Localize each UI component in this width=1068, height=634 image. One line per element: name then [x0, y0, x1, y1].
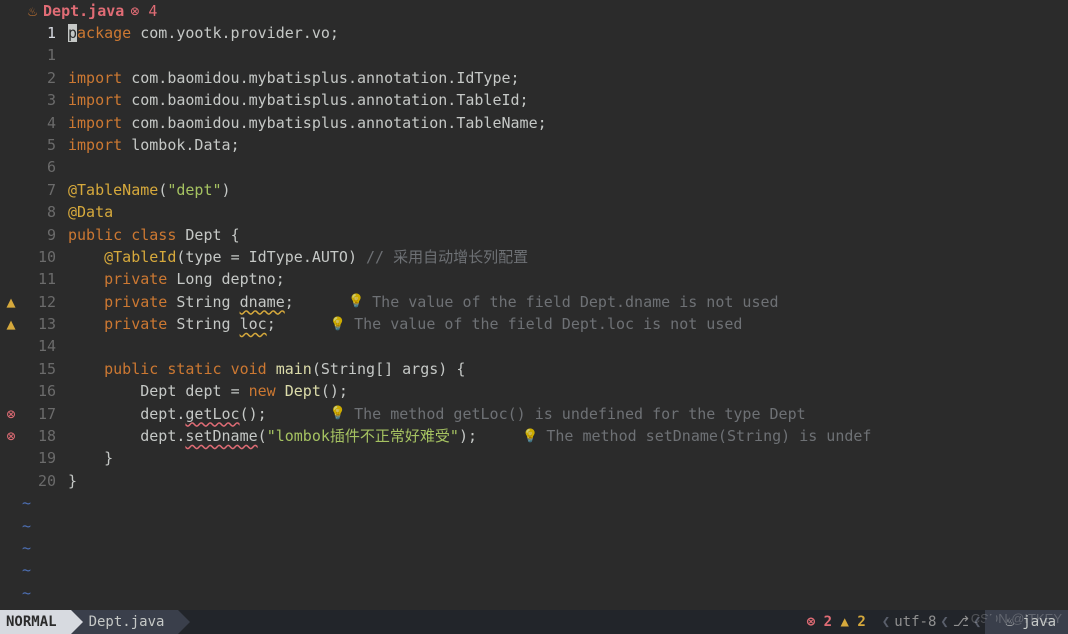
- line-number: 1: [22, 44, 56, 67]
- line-number: 13: [22, 313, 56, 336]
- line-number: 15: [22, 358, 56, 381]
- line-number: 12: [22, 291, 56, 314]
- code-content[interactable]: import com.baomidou.mybatisplus.annotati…: [68, 67, 520, 90]
- active-tab[interactable]: ♨ Dept.java ⊗ 4: [22, 0, 163, 22]
- code-line[interactable]: 7 @TableName("dept"): [0, 179, 1068, 201]
- code-line[interactable]: 3 import com.baomidou.mybatisplus.annotat…: [0, 89, 1068, 111]
- code-content[interactable]: }: [68, 470, 77, 493]
- java-file-icon: ♨: [28, 0, 37, 22]
- code-line[interactable]: 4 import com.baomidou.mybatisplus.annotat…: [0, 112, 1068, 134]
- status-filename: Dept.java: [71, 610, 179, 634]
- code-line[interactable]: ⊗17 dept.getLoc(); 💡The method getLoc() …: [0, 403, 1068, 425]
- code-line[interactable]: 14: [0, 335, 1068, 357]
- line-number: 17: [22, 403, 56, 426]
- code-content[interactable]: public class Dept {: [68, 224, 240, 247]
- code-line[interactable]: 20}: [0, 470, 1068, 492]
- gutter-marker: ⊗: [0, 425, 22, 448]
- branch-icon: ⎇: [953, 612, 969, 633]
- line-number: 19: [22, 447, 56, 470]
- status-warning-count: ▲ 2: [841, 612, 866, 633]
- gutter-marker: ⊗: [0, 403, 22, 426]
- code-content[interactable]: private Long deptno;: [68, 268, 285, 291]
- code-content[interactable]: dept.setDname("lombok插件不正常好难受");: [68, 425, 477, 448]
- line-number: 2: [22, 67, 56, 90]
- code-content[interactable]: private String dname;: [68, 291, 294, 314]
- empty-line: ~: [0, 582, 1068, 604]
- line-number: 9: [22, 224, 56, 247]
- lightbulb-icon: 💡: [330, 404, 346, 424]
- code-line[interactable]: 15 public static void main(String[] args…: [0, 358, 1068, 380]
- line-number: 1: [22, 22, 56, 45]
- line-number: 10: [22, 246, 56, 269]
- vim-mode: NORMAL: [0, 610, 71, 634]
- code-line[interactable]: 6: [0, 156, 1068, 178]
- lightbulb-icon: 💡: [330, 315, 346, 335]
- lightbulb-icon: 💡: [522, 427, 538, 447]
- line-number: 16: [22, 380, 56, 403]
- code-line[interactable]: 9 public class Dept {: [0, 224, 1068, 246]
- separator-icon: ❮: [969, 612, 985, 633]
- code-line[interactable]: 1: [0, 44, 1068, 66]
- code-content[interactable]: import com.baomidou.mybatisplus.annotati…: [68, 89, 529, 112]
- filetype-icon: ♨: [1005, 612, 1013, 633]
- status-filetype: ♨ java: [985, 610, 1068, 634]
- tab-filename: Dept.java: [43, 0, 124, 22]
- code-content[interactable]: @TableId(type = IdType.AUTO) // 采用自动增长列配…: [68, 246, 528, 269]
- diagnostic-hint: 💡The method getLoc() is undefined for th…: [267, 403, 806, 426]
- empty-line: ~: [0, 537, 1068, 559]
- code-line[interactable]: 2 import com.baomidou.mybatisplus.annotat…: [0, 67, 1068, 89]
- tab-error-badge: ⊗ 4: [130, 0, 157, 22]
- empty-line: ~: [0, 559, 1068, 581]
- gutter-marker: ▲: [0, 291, 22, 314]
- separator-icon: ❮: [878, 612, 894, 633]
- code-content[interactable]: public static void main(String[] args) {: [68, 358, 465, 381]
- diagnostic-hint: 💡The value of the field Dept.dname is no…: [294, 291, 779, 314]
- code-line[interactable]: 10 @TableId(type = IdType.AUTO) // 采用自动增…: [0, 246, 1068, 268]
- line-number: 3: [22, 89, 56, 112]
- code-line[interactable]: 19 }: [0, 447, 1068, 469]
- code-content[interactable]: dept.getLoc();: [68, 403, 267, 426]
- line-number: 6: [22, 156, 56, 179]
- status-bar: NORMAL Dept.java ⊗ 2 ▲ 2 ❮ utf-8 ❮ ⎇ ❮ ♨…: [0, 610, 1068, 634]
- separator-icon: ❮: [936, 612, 952, 633]
- empty-line: ~: [0, 515, 1068, 537]
- code-line[interactable]: 11 private Long deptno;: [0, 268, 1068, 290]
- line-number: 20: [22, 470, 56, 493]
- code-line[interactable]: 5 import lombok.Data;: [0, 134, 1068, 156]
- line-number: 8: [22, 201, 56, 224]
- code-content[interactable]: @Data: [68, 201, 113, 224]
- gutter-marker: ▲: [0, 313, 22, 336]
- code-line[interactable]: 1 package com.yootk.provider.vo;: [0, 22, 1068, 44]
- code-editor[interactable]: 1package com.yootk.provider.vo;12import …: [0, 22, 1068, 610]
- code-line[interactable]: 16 Dept dept = new Dept();: [0, 380, 1068, 402]
- line-number: 14: [22, 335, 56, 358]
- lightbulb-icon: 💡: [348, 292, 364, 312]
- code-content[interactable]: import lombok.Data;: [68, 134, 240, 157]
- line-number: 7: [22, 179, 56, 202]
- code-line[interactable]: ▲13 private String loc; 💡The value of th…: [0, 313, 1068, 335]
- tab-bar: ♨ Dept.java ⊗ 4: [0, 0, 1068, 22]
- code-line[interactable]: 8 @Data: [0, 201, 1068, 223]
- code-content[interactable]: Dept dept = new Dept();: [68, 380, 348, 403]
- code-line[interactable]: ▲12 private String dname; 💡The value of …: [0, 291, 1068, 313]
- code-content[interactable]: private String loc;: [68, 313, 276, 336]
- status-encoding: utf-8: [894, 612, 936, 633]
- line-number: 4: [22, 112, 56, 135]
- code-content[interactable]: package com.yootk.provider.vo;: [68, 22, 339, 45]
- code-content[interactable]: @TableName("dept"): [68, 179, 231, 202]
- code-content[interactable]: import com.baomidou.mybatisplus.annotati…: [68, 112, 547, 135]
- line-number: 18: [22, 425, 56, 448]
- status-error-count: ⊗ 2: [807, 612, 832, 633]
- line-number: 11: [22, 268, 56, 291]
- diagnostic-hint: 💡The method setDname(String) is undef: [477, 425, 871, 448]
- code-line[interactable]: ⊗18 dept.setDname("lombok插件不正常好难受"); 💡Th…: [0, 425, 1068, 447]
- status-diagnostics[interactable]: ⊗ 2 ▲ 2: [787, 610, 878, 634]
- diagnostic-hint: 💡The value of the field Dept.loc is not …: [276, 313, 743, 336]
- code-content[interactable]: }: [68, 447, 113, 470]
- empty-line: ~: [0, 492, 1068, 514]
- line-number: 5: [22, 134, 56, 157]
